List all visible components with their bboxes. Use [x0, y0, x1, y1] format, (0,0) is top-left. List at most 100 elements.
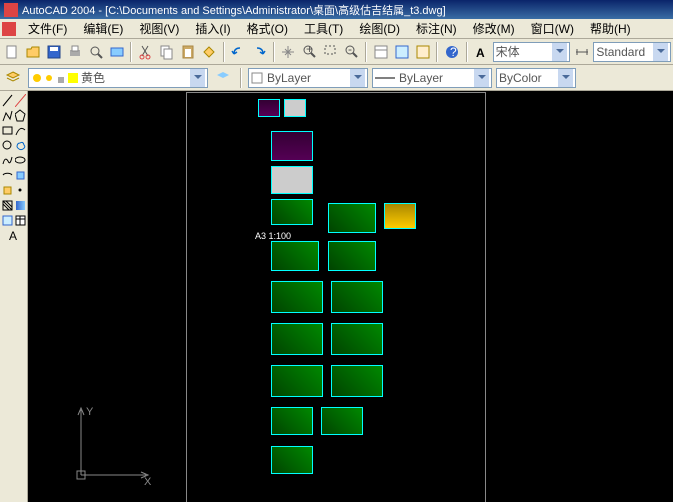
new-button[interactable]	[2, 41, 21, 63]
ucs-icon: Y X	[66, 400, 156, 490]
menu-help[interactable]: 帮助(H)	[584, 18, 637, 39]
separator	[240, 68, 242, 88]
toolpalette-button[interactable]	[413, 41, 432, 63]
plotstyle-value: ByColor	[499, 71, 542, 85]
separator	[130, 42, 132, 62]
standard-toolbar: + - ? A 宋体 Standard	[0, 39, 673, 65]
separator	[466, 42, 468, 62]
match-button[interactable]	[200, 41, 219, 63]
drawing-thumb	[384, 203, 416, 229]
separator	[273, 42, 275, 62]
svg-text:A: A	[476, 46, 485, 60]
publish-button[interactable]	[107, 41, 126, 63]
save-button[interactable]	[44, 41, 63, 63]
dimstyle-value: Standard	[596, 45, 645, 59]
gradient-tool[interactable]	[14, 198, 26, 212]
redo-button[interactable]	[250, 41, 269, 63]
font-dropdown[interactable]: 宋体	[493, 42, 571, 62]
sun-icon	[43, 72, 55, 84]
textstyle-button[interactable]: A	[472, 41, 491, 63]
chevron-down-icon	[474, 69, 489, 87]
ellipsearc-tool[interactable]	[1, 168, 13, 182]
scale-label: A3 1:100	[255, 231, 291, 241]
designcenter-button[interactable]	[392, 41, 411, 63]
chevron-down-icon	[350, 69, 365, 87]
help-button[interactable]: ?	[442, 41, 461, 63]
polyline-tool[interactable]	[1, 108, 13, 122]
pan-button[interactable]	[279, 41, 298, 63]
ellipse-tool[interactable]	[14, 153, 26, 167]
linetype-dropdown[interactable]: ByLayer	[372, 68, 492, 88]
menu-view[interactable]: 视图(V)	[133, 18, 185, 39]
plotstyle-dropdown[interactable]: ByColor	[496, 68, 576, 88]
revcloud-tool[interactable]	[14, 138, 26, 152]
chevron-down-icon	[552, 43, 567, 61]
properties-button[interactable]	[371, 41, 390, 63]
arc-tool[interactable]	[14, 123, 26, 137]
zoom-previous-button[interactable]: -	[342, 41, 361, 63]
menu-tools[interactable]: 工具(T)	[298, 18, 349, 39]
cut-button[interactable]	[136, 41, 155, 63]
color-value: ByLayer	[267, 71, 311, 85]
chevron-down-icon	[558, 69, 573, 87]
region-tool[interactable]	[1, 213, 13, 227]
block-tool[interactable]	[1, 183, 13, 197]
svg-text:A: A	[9, 229, 17, 242]
main-area: A A3 1:100 Y X	[0, 91, 673, 502]
bulb-icon	[31, 72, 43, 84]
drawing-thumb	[258, 99, 280, 117]
table-tool[interactable]	[14, 213, 26, 227]
xline-tool[interactable]	[14, 93, 26, 107]
insert-tool[interactable]	[14, 168, 26, 182]
color-swatch	[67, 72, 79, 84]
polygon-tool[interactable]	[14, 108, 26, 122]
color-icon	[251, 72, 263, 84]
drawing-thumb	[331, 281, 383, 313]
color-dropdown[interactable]: ByLayer	[248, 68, 368, 88]
axis-y-label: Y	[86, 406, 94, 418]
menu-format[interactable]: 格式(O)	[241, 18, 294, 39]
dimstyle-button[interactable]	[572, 41, 591, 63]
preview-button[interactable]	[86, 41, 105, 63]
layer-manager-button[interactable]	[2, 67, 24, 89]
line-icon	[375, 72, 395, 84]
menu-file[interactable]: 文件(F)	[22, 18, 73, 39]
line-tool[interactable]	[1, 93, 13, 107]
app-icon	[4, 3, 18, 17]
lock-icon	[55, 72, 67, 84]
point-tool[interactable]	[14, 183, 26, 197]
axis-x-label: X	[144, 476, 152, 488]
separator	[365, 42, 367, 62]
layer-dropdown[interactable]: 黄色	[28, 68, 208, 88]
print-button[interactable]	[65, 41, 84, 63]
zoom-realtime-button[interactable]: +	[300, 41, 319, 63]
linetype-value: ByLayer	[399, 71, 443, 85]
drawing-thumb	[328, 203, 376, 233]
hatch-tool[interactable]	[1, 198, 13, 212]
svg-text:?: ?	[450, 45, 457, 59]
drawing-canvas[interactable]: A3 1:100 Y X	[28, 91, 673, 502]
menu-modify[interactable]: 修改(M)	[467, 18, 521, 39]
mtext-tool[interactable]: A	[8, 228, 20, 242]
spline-tool[interactable]	[1, 153, 13, 167]
rectangle-tool[interactable]	[1, 123, 13, 137]
menu-bar: 文件(F) 编辑(E) 视图(V) 插入(I) 格式(O) 工具(T) 绘图(D…	[0, 19, 673, 39]
undo-button[interactable]	[229, 41, 248, 63]
zoom-window-button[interactable]	[321, 41, 340, 63]
drawing-thumb	[331, 323, 383, 355]
menu-dimension[interactable]: 标注(N)	[410, 18, 463, 39]
menu-insert[interactable]: 插入(I)	[189, 18, 236, 39]
open-button[interactable]	[23, 41, 42, 63]
window-title: AutoCAD 2004 - [C:\Documents and Setting…	[22, 2, 446, 18]
circle-tool[interactable]	[1, 138, 13, 152]
chevron-down-icon	[653, 43, 668, 61]
separator	[223, 42, 225, 62]
layer-previous-button[interactable]	[212, 67, 234, 89]
menu-window[interactable]: 窗口(W)	[525, 18, 580, 39]
dimstyle-dropdown[interactable]: Standard	[593, 42, 671, 62]
chevron-down-icon	[190, 69, 205, 87]
copy-button[interactable]	[158, 41, 177, 63]
menu-edit[interactable]: 编辑(E)	[77, 18, 129, 39]
menu-draw[interactable]: 绘图(D)	[353, 18, 406, 39]
paste-button[interactable]	[179, 41, 198, 63]
